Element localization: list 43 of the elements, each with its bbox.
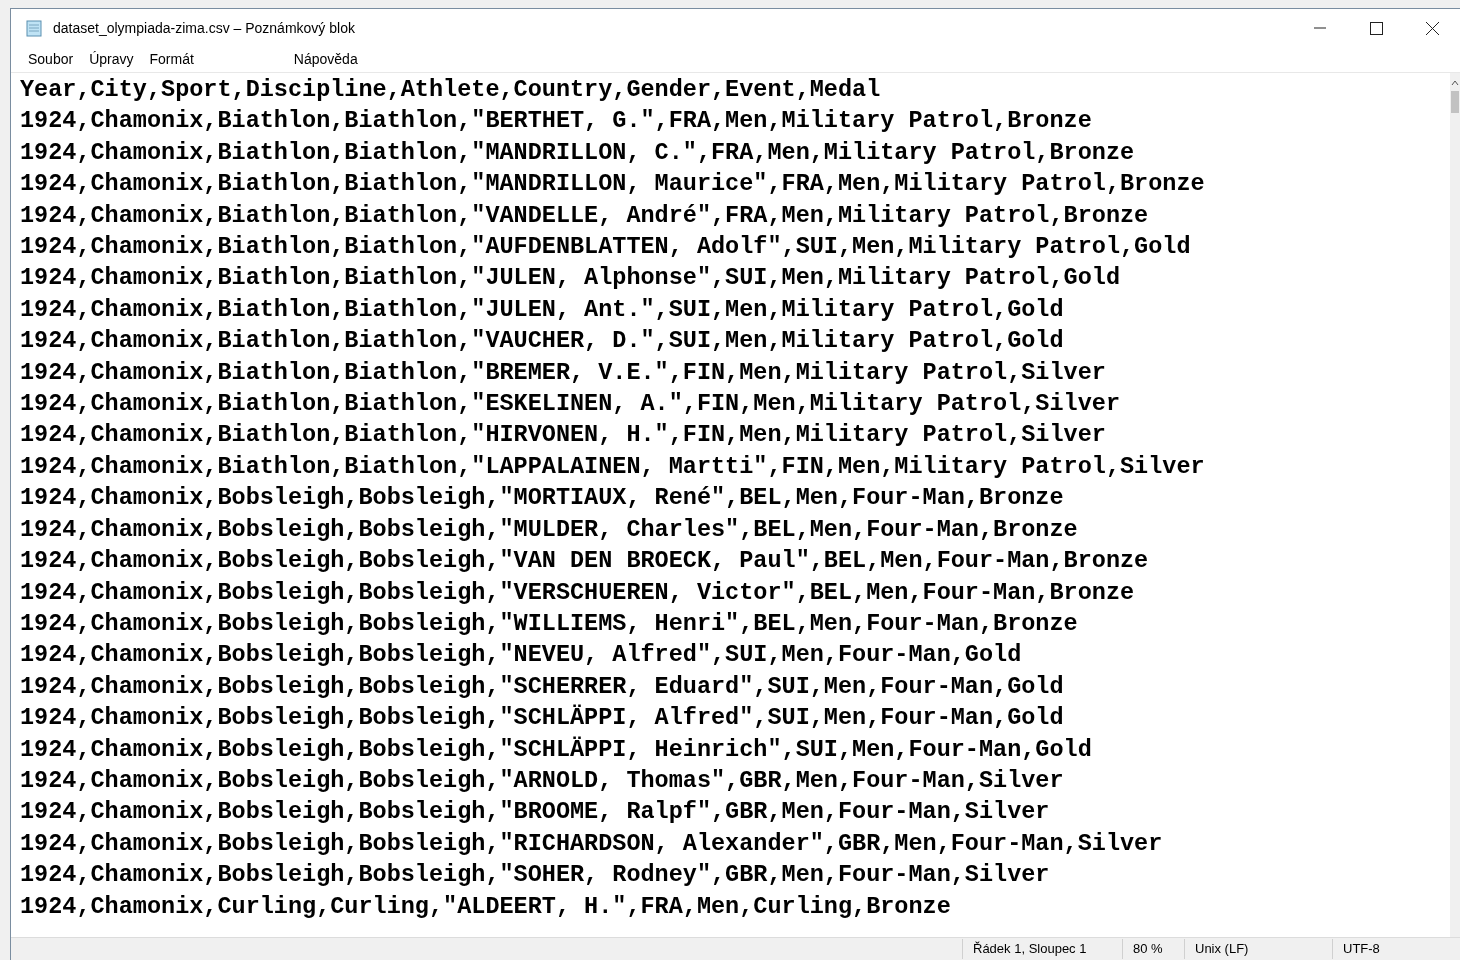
cursor-position: Řádek 1, Sloupec 1	[962, 939, 1122, 959]
text-line: 1924,Chamonix,Curling,Curling,"ALDEERT, H.",FRA,Men,Curling,Bronze	[20, 891, 951, 922]
text-line: 1924,Chamonix,Biathlon,Biathlon,"BERTHET, G.",FRA,Men,Military Patrol,Bronze	[20, 106, 1092, 137]
text-line: 1924,Chamonix,Biathlon,Biathlon,"HIRVONEN, H.",FIN,Men,Military Patrol,Silver	[20, 420, 1106, 451]
text-line: 1924,Chamonix,Bobsleigh,Bobsleigh,"SCHLÄPPI, Heinrich",SUI,Men,Four-Man,Gold	[20, 734, 1092, 765]
notepad-icon	[25, 19, 43, 37]
zoom-level: 80 %	[1122, 939, 1184, 959]
encoding: UTF-8	[1332, 939, 1460, 959]
text-line: 1924,Chamonix,Bobsleigh,Bobsleigh,"SOHER, Rodney",GBR,Men,Four-Man,Silver	[20, 860, 1050, 891]
text-line: 1924,Chamonix,Biathlon,Biathlon,"VANDELLE, André",FRA,Men,Military Patrol,Bronze	[20, 200, 1149, 231]
text-line: 1924,Chamonix,Bobsleigh,Bobsleigh,"BROOME, Ralpf",GBR,Men,Four-Man,Silver	[20, 797, 1050, 828]
text-line: 1924,Chamonix,Biathlon,Biathlon,"AUFDENBLATTEN, Adolf",SUI,Men,Military Patrol,Gold	[20, 232, 1191, 263]
text-line: 1924,Chamonix,Biathlon,Biathlon,"VAUCHER, D.",SUI,Men,Military Patrol,Gold	[20, 326, 1064, 357]
text-line: 1924,Chamonix,Bobsleigh,Bobsleigh,"NEVEU, Alfred",SUI,Men,Four-Man,Gold	[20, 640, 1022, 671]
menu-item[interactable]: Soubor	[20, 49, 82, 70]
menu-item[interactable]: Nápověda	[285, 49, 366, 70]
close-icon	[1425, 21, 1439, 35]
text-line: 1924,Chamonix,Bobsleigh,Bobsleigh,"MORTIAUX, René",BEL,Men,Four-Man,Bronze	[20, 483, 1064, 514]
window-title: dataset_olympiada-zima.csv – Poznámkový blok	[53, 18, 355, 38]
text-line: 1924,Chamonix,Biathlon,Biathlon,"MANDRILLON, Maurice",FRA,Men,Military Patrol,Bronze	[20, 169, 1205, 200]
text-line: 1924,Chamonix,Bobsleigh,Bobsleigh,"SCHLÄPPI, Alfred",SUI,Men,Four-Man,Gold	[20, 703, 1064, 734]
text-line: 1924,Chamonix,Biathlon,Biathlon,"MANDRILLON, C.",FRA,Men,Military Patrol,Bronze	[20, 137, 1135, 168]
text-line: 1924,Chamonix,Bobsleigh,Bobsleigh,"MULDER, Charles",BEL,Men,Four-Man,Bronze	[20, 514, 1078, 545]
text-line: 1924,Chamonix,Biathlon,Biathlon,"JULEN, Ant.",SUI,Men,Military Patrol,Gold	[20, 294, 1064, 325]
minimize-icon	[1314, 27, 1326, 29]
scrollbar-thumb[interactable]	[1451, 91, 1459, 113]
text-line: 1924,Chamonix,Biathlon,Biathlon,"LAPPALAINEN, Martti",FIN,Men,Military Patrol,Silver	[20, 451, 1205, 482]
scroll-up-icon[interactable]	[1451, 79, 1459, 87]
text-line: 1924,Chamonix,Biathlon,Biathlon,"ESKELINEN, A.",FIN,Men,Military Patrol,Silver	[20, 389, 1120, 420]
text-line: 1924,Chamonix,Bobsleigh,Bobsleigh,"ARNOLD, Thomas",GBR,Men,Four-Man,Silver	[20, 765, 1064, 796]
menu-item[interactable]: Formát	[141, 49, 202, 70]
text-line: 1924,Chamonix,Biathlon,Biathlon,"JULEN, Alphonse",SUI,Men,Military Patrol,Gold	[20, 263, 1120, 294]
menu-item[interactable]: Úpravy	[81, 49, 142, 70]
text-line: 1924,Chamonix,Bobsleigh,Bobsleigh,"VERSCHUEREN, Victor",BEL,Men,Four-Man,Bronze	[20, 577, 1135, 608]
maximize-icon	[1369, 21, 1383, 35]
text-line: 1924,Chamonix,Bobsleigh,Bobsleigh,"RICHARDSON, Alexander",GBR,Men,Four-Man,Silver	[20, 828, 1163, 859]
text-line: 1924,Chamonix,Biathlon,Biathlon,"BREMER, V.E.",FIN,Men,Military Patrol,Silver	[20, 357, 1106, 388]
text-line: Year,City,Sport,Discipline,Athlete,Country,Gender,Event,Medal	[20, 75, 881, 105]
text-line: 1924,Chamonix,Bobsleigh,Bobsleigh,"SCHERRER, Eduard",SUI,Men,Four-Man,Gold	[20, 671, 1064, 702]
text-line: 1924,Chamonix,Bobsleigh,Bobsleigh,"VAN DEN BROECK, Paul",BEL,Men,Four-Man,Bronze	[20, 546, 1149, 577]
scrollbar[interactable]	[1450, 73, 1460, 937]
line-ending: Unix (LF)	[1184, 939, 1332, 959]
text-line: 1924,Chamonix,Bobsleigh,Bobsleigh,"WILLIEMS, Henri",BEL,Men,Four-Man,Bronze	[20, 608, 1078, 639]
